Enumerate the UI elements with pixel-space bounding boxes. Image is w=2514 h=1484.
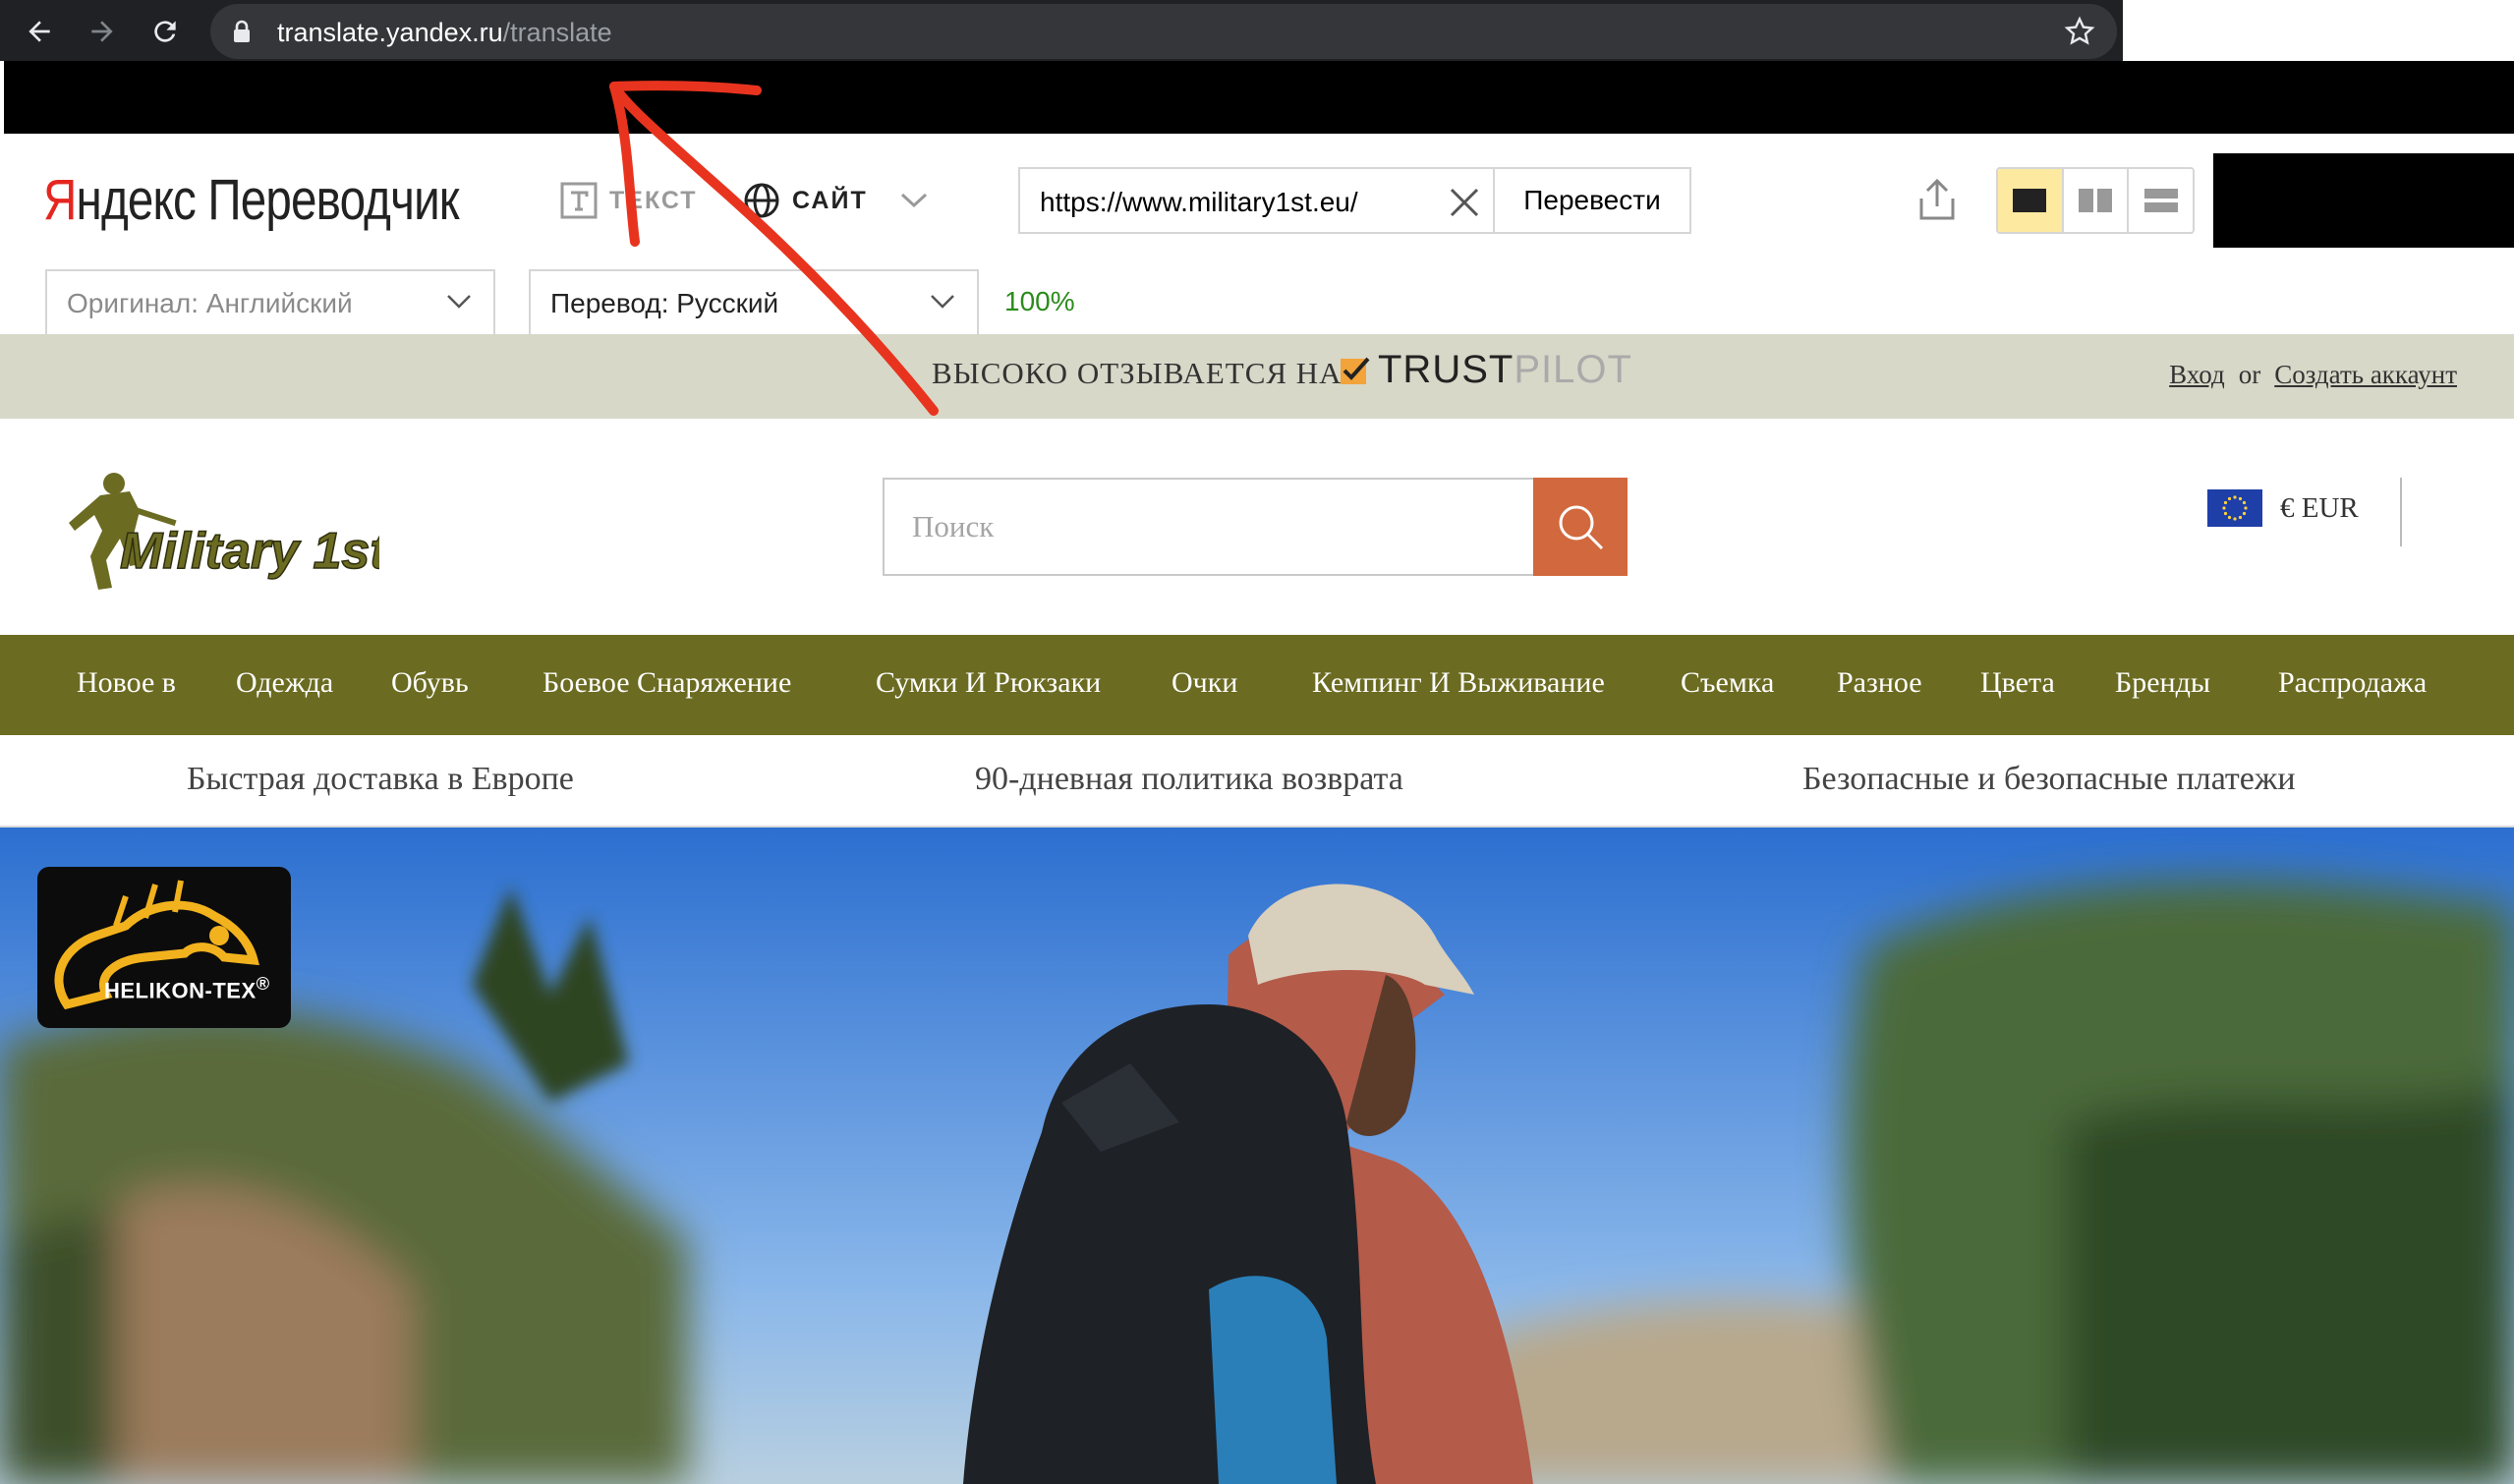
address-bar[interactable]: translate.yandex.ru/translate	[210, 4, 2117, 59]
globe-icon	[744, 183, 779, 218]
chevron-down-icon	[931, 295, 954, 309]
currency-label: € EUR	[2280, 491, 2359, 524]
nav-item[interactable]: Цвета	[1980, 666, 2055, 700]
share-icon[interactable]	[1916, 177, 1958, 227]
forward-icon[interactable]	[81, 10, 124, 53]
layout-split-icon[interactable]	[2061, 169, 2128, 232]
window-background	[2123, 0, 2514, 61]
redaction-box	[2213, 153, 2514, 248]
trustpilot-word-a: TRUST	[1378, 348, 1514, 391]
trust-bar: ВЫСОКО ОТЗЫВАЕТСЯ НА TRUST PILOT Вход or…	[0, 334, 2514, 419]
tab-site-mode[interactable]: САЙТ	[743, 181, 929, 220]
login-link[interactable]: Вход	[2169, 360, 2225, 390]
target-language-label: Перевод: Русский	[550, 288, 779, 318]
tab-text-label: ТЕКСТ	[609, 186, 698, 214]
helikon-tex-text: HELIKON-TEX®	[104, 973, 270, 1003]
redaction-bar	[4, 61, 2514, 134]
chevron-down-icon	[447, 295, 471, 309]
currency-selector[interactable]: € EUR	[2207, 489, 2359, 527]
trustpilot-word-b: PILOT	[1514, 348, 1632, 391]
address-url: translate.yandex.ru/translate	[277, 18, 612, 47]
trustpilot-check-icon	[1341, 357, 1370, 384]
site-url-input[interactable]: https://www.military1st.eu/	[1018, 167, 1495, 234]
nav-item[interactable]: Новое в	[77, 666, 176, 700]
chevron-down-icon[interactable]	[899, 191, 929, 210]
main-nav: Новое в Одежда Обувь Боевое Снаряжение С…	[0, 635, 2514, 735]
bookmark-star-icon[interactable]	[2064, 16, 2095, 47]
back-icon[interactable]	[18, 10, 61, 53]
hero-banner[interactable]	[0, 828, 2514, 1484]
nav-item[interactable]: Разное	[1837, 666, 1922, 700]
nav-item[interactable]: Боевое Снаряжение	[543, 666, 791, 700]
source-language-select[interactable]: Оригинал: Английский	[45, 269, 495, 336]
eu-flag-icon	[2207, 489, 2262, 527]
nav-item[interactable]: Одежда	[236, 666, 333, 700]
create-account-link[interactable]: Создать аккаунт	[2274, 360, 2457, 390]
nav-item[interactable]: Сумки И Рюкзаки	[876, 666, 1101, 700]
helikon-tex-badge[interactable]: HELIKON-TEX®	[37, 867, 291, 1028]
search-button[interactable]	[1533, 478, 1628, 576]
source-language-label: Оригинал: Английский	[67, 288, 353, 318]
layout-stacked-icon[interactable]	[2127, 169, 2193, 232]
tab-text-mode[interactable]: ТЕКСТ	[560, 181, 698, 220]
nav-item[interactable]: Распродажа	[2278, 666, 2427, 700]
header-divider	[2400, 478, 2402, 546]
benefit-payments: Безопасные и безопасные платежи	[1802, 761, 2296, 797]
or-text: or	[2238, 360, 2261, 389]
trustpilot-logo[interactable]: TRUST PILOT	[1339, 348, 1632, 392]
translation-progress: 100%	[1004, 286, 1075, 316]
text-mode-icon	[560, 182, 598, 219]
layout-single-icon[interactable]	[1998, 169, 2062, 232]
auth-links: Вход or Создать аккаунт	[2169, 360, 2457, 390]
browser-toolbar: translate.yandex.ru/translate	[0, 0, 2123, 61]
military1st-logo[interactable]: Military 1st	[45, 466, 390, 608]
military1st-wordmark: Military 1st	[120, 523, 379, 580]
target-language-select[interactable]: Перевод: Русский	[529, 269, 979, 336]
translate-button[interactable]: Перевести	[1493, 167, 1691, 234]
chameleon-logo-icon	[54, 880, 259, 1010]
nav-item[interactable]: Обувь	[391, 666, 469, 700]
nav-item[interactable]: Съемка	[1681, 666, 1774, 700]
lock-icon	[234, 20, 250, 42]
search-placeholder: Поиск	[912, 509, 995, 543]
nav-item[interactable]: Очки	[1171, 666, 1237, 700]
benefit-returns: 90-дневная политика возврата	[975, 761, 1403, 797]
tab-site-label: САЙТ	[792, 186, 868, 214]
benefit-shipping: Быстрая доставка в Европе	[187, 761, 574, 797]
nav-item[interactable]: Бренды	[2115, 666, 2210, 700]
reload-icon[interactable]	[143, 10, 187, 53]
site-url-value: https://www.military1st.eu/	[1040, 187, 1358, 217]
yandex-translator-logo[interactable]: Яндекс Переводчик	[43, 167, 460, 233]
trust-text: ВЫСОКО ОТЗЫВАЕТСЯ НА	[932, 356, 1343, 390]
clear-icon[interactable]	[1448, 186, 1481, 219]
nav-item[interactable]: Кемпинг И Выживание	[1312, 666, 1605, 700]
search-icon	[1559, 505, 1604, 550]
site-search-input[interactable]: Поиск	[883, 478, 1535, 576]
layout-toggle-group	[1996, 167, 2195, 234]
